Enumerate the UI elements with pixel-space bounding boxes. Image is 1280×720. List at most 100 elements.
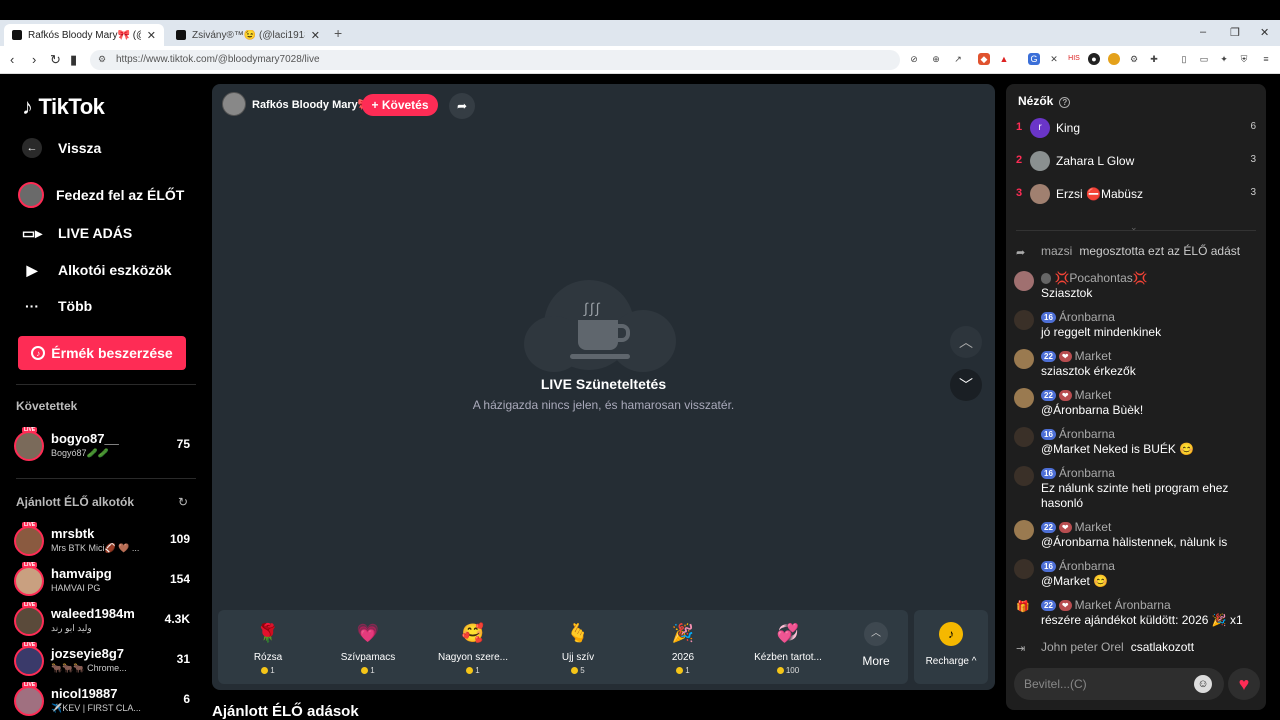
chat-username[interactable]: 💢Pocahontas💢 (1054, 271, 1147, 285)
viewer-row[interactable]: 3 Erzsi ⛔Mabüsz 3 (1016, 182, 1256, 206)
extension-icon[interactable]: HIS (1068, 53, 1080, 65)
heart-puff-gift-icon: 💗 (356, 623, 380, 643)
browser-tab[interactable]: Zsivány®™😉 (@laci1918) ÉLŐ adás ✕ (168, 24, 328, 46)
minimize-icon[interactable]: – (1200, 26, 1206, 38)
gift-item[interactable]: 🫰 Ujj szív 5 (528, 618, 628, 678)
translate-icon[interactable]: G (1028, 53, 1040, 65)
chat-text: csatlakozott (1130, 640, 1195, 654)
site-info-icon[interactable]: ⚙ (98, 54, 106, 65)
maximize-icon[interactable]: ❐ (1230, 26, 1240, 39)
url-field[interactable]: ⚙ https://www.tiktok.com/@bloodymary7028… (90, 50, 900, 70)
follow-button[interactable]: + Követés (362, 94, 438, 116)
extension-icon[interactable]: ⊘ (908, 53, 920, 65)
forward-arrow-icon[interactable]: › (32, 52, 36, 67)
refresh-icon[interactable]: ↻ (178, 495, 188, 509)
recharge-button[interactable]: ♪ Recharge ^ (914, 610, 988, 684)
host-info[interactable]: Rafkós Bloody Mary🎀 (222, 92, 371, 116)
chat-username[interactable]: John peter Orel (1041, 640, 1124, 654)
avatar[interactable] (1014, 271, 1034, 291)
recommended-account[interactable]: LIVE jozseyie8g7 🐂🐂🐂 Chrome... 31 (14, 642, 194, 678)
pause-title: LIVE Szüneteltetés (540, 376, 667, 392)
recommended-account[interactable]: LIVE nicol19887 ✈️KEV | FIRST CLA... 6 (14, 682, 194, 718)
emoji-icon[interactable]: ☺ (1194, 675, 1212, 693)
avatar[interactable] (1014, 310, 1034, 330)
close-tab-icon[interactable]: ✕ (147, 29, 156, 42)
share-icon[interactable]: ↗ (952, 53, 964, 65)
chat-username[interactable]: Áronbarna (1059, 310, 1115, 324)
extension-icon[interactable] (1108, 53, 1120, 65)
tiktok-logo[interactable]: ♪ TikTok (22, 94, 105, 120)
heart-like-button[interactable]: ♥ (1228, 668, 1260, 700)
avatar[interactable] (1014, 520, 1034, 540)
share-icon[interactable]: ➦ (449, 93, 475, 119)
chat-username[interactable]: Market (1075, 388, 1112, 402)
avatar (1030, 151, 1050, 171)
leo-icon[interactable]: ✦ (1218, 53, 1230, 65)
close-window-icon[interactable]: ✕ (1260, 26, 1269, 39)
gift-item[interactable]: 💞 Kézben tartot... 100 (738, 618, 838, 678)
vpn-icon[interactable]: ⛨ (1238, 53, 1250, 65)
gift-item[interactable]: 🥰 Nagyon szere... 1 (423, 618, 523, 678)
sidebar-toggle-icon[interactable]: ▯ (1178, 53, 1190, 65)
recommended-account[interactable]: LIVE waleed1984m وليد ابو رند 4.3K (14, 602, 194, 638)
chat-input[interactable]: Bevitel...(C) (1014, 668, 1224, 700)
join-icon: ⇥ (1016, 643, 1026, 655)
bookmark-icon[interactable]: ▮ (70, 52, 77, 68)
chat-username[interactable]: mazsi (1041, 244, 1072, 258)
avatar[interactable] (1014, 349, 1034, 369)
chevron-down-icon[interactable]: ⌄ (1130, 222, 1138, 233)
more-gifts-button[interactable]: ︿ More (856, 622, 896, 668)
rewards-icon[interactable]: ▲ (998, 53, 1010, 65)
extension-icon[interactable]: ✕ (1048, 53, 1060, 65)
zoom-icon[interactable]: ⊕ (930, 53, 942, 65)
nav-more[interactable]: ··· Több (18, 292, 92, 320)
viewer-row[interactable]: 1 r King 6 (1016, 116, 1256, 140)
close-tab-icon[interactable]: ✕ (311, 29, 320, 42)
chat-username[interactable]: Market (1075, 520, 1112, 534)
chat-username[interactable]: Market Áronbarna (1075, 598, 1171, 612)
reload-icon[interactable]: ↻ (50, 52, 61, 68)
next-live-button[interactable]: ﹀ (950, 369, 982, 401)
gift-item[interactable]: 🌹 Rózsa 1 (218, 618, 318, 678)
recommended-account[interactable]: LIVE mrsbtk Mrs BTK Mici🏈 🤎 ... 109 (14, 522, 194, 558)
nav-go-live[interactable]: ▭▸ LIVE ADÁS (18, 219, 132, 247)
help-icon[interactable]: ? (1059, 97, 1071, 108)
avatar[interactable] (1014, 466, 1034, 486)
extension-icon[interactable]: ● (1088, 53, 1100, 65)
back-nav-item[interactable]: ← Vissza (18, 138, 101, 158)
wallet-icon[interactable]: ▭ (1198, 53, 1210, 65)
chat-username[interactable]: Áronbarna (1059, 466, 1115, 480)
menu-icon[interactable]: ≡ (1260, 53, 1272, 65)
avatar[interactable] (1014, 427, 1034, 447)
brave-shield-icon[interactable]: ◆ (978, 53, 990, 65)
viewer-score: 3 (1250, 187, 1256, 198)
recommended-account[interactable]: LIVE hamvaipg HAMVAI PG 154 (14, 562, 194, 598)
avatar[interactable] (1014, 559, 1034, 579)
tab-title: Rafkós Bloody Mary🎀 (@bloody (28, 29, 141, 41)
previous-live-button[interactable]: ︿ (950, 326, 982, 358)
gift-name: 2026 (671, 652, 695, 663)
viewer-row[interactable]: 2 Zahara L Glow 3 (1016, 149, 1256, 173)
gift-item[interactable]: 💗 Szívpamacs 1 (318, 618, 418, 678)
chat-username[interactable]: Áronbarna (1059, 427, 1115, 441)
live-video-area[interactable]: Rafkós Bloody Mary🎀 + Követés ➦ ∫∫∫ LIVE… (212, 84, 995, 690)
extension-icon[interactable]: ⚙ (1128, 53, 1140, 65)
gift-item[interactable]: 🎉 2026 1 (633, 618, 733, 678)
chat-username[interactable]: Áronbarna (1059, 559, 1115, 573)
browser-tab-active[interactable]: Rafkós Bloody Mary🎀 (@bloody ✕ (4, 24, 164, 46)
nav-creator-tools[interactable]: ▶ Alkotói eszközök (18, 256, 172, 284)
extensions-puzzle-icon[interactable]: ✚ (1148, 53, 1160, 65)
nav-explore-live[interactable]: Fedezd fel az ÉLŐT (18, 182, 184, 208)
live-badge: LIVE (22, 642, 38, 648)
logo-text: TikTok (38, 94, 105, 119)
viewer-name: Erzsi ⛔Mabüsz (1056, 187, 1143, 201)
new-tab-icon[interactable]: + (334, 25, 342, 41)
chat-username[interactable]: Market (1075, 349, 1112, 363)
divider (16, 384, 196, 385)
get-coins-button[interactable]: ♪ Érmék beszerzése (18, 336, 186, 370)
back-arrow-icon[interactable]: ‹ (10, 52, 14, 67)
chevron-up-icon: ︿ (864, 622, 888, 646)
avatar[interactable] (1014, 388, 1034, 408)
host-avatar[interactable] (222, 92, 246, 116)
following-account[interactable]: LIVE bogyo87__ Bogyó87🥒🥒 75 (14, 427, 194, 463)
